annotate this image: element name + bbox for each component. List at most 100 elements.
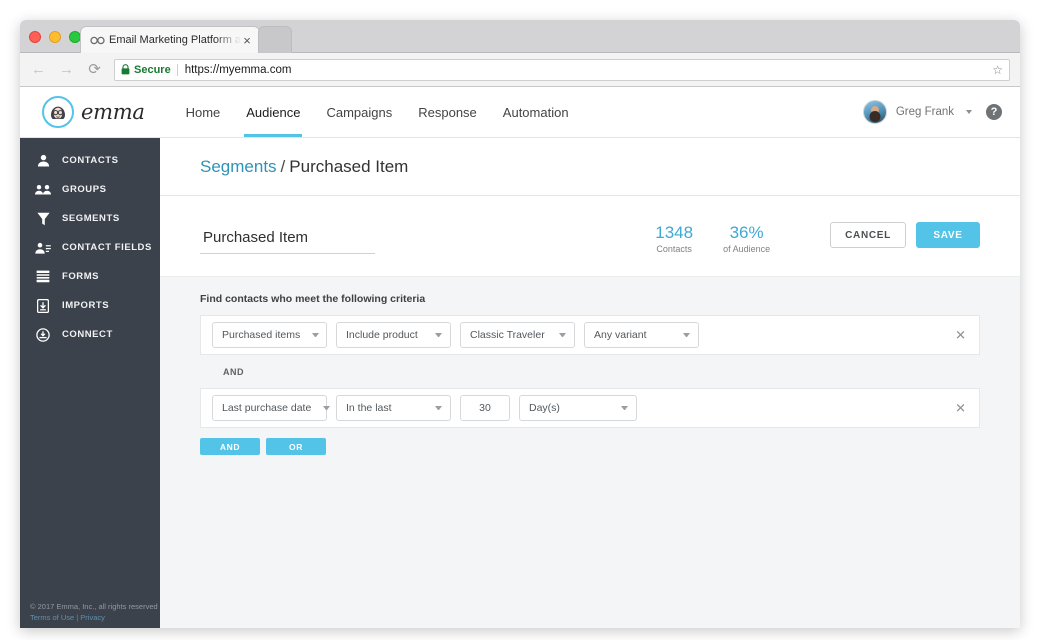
criteria-builder: Find contacts who meet the following cri… (160, 277, 1020, 456)
infinity-favicon (89, 33, 105, 47)
segment-name-input[interactable] (200, 229, 375, 255)
nav-item-home[interactable]: Home (173, 87, 234, 137)
breadcrumb-parent-link[interactable]: Segments (200, 157, 277, 177)
criteria-operator-select[interactable]: In the last (336, 395, 451, 422)
browser-toolbar: ← → ⟳ Secure https://myemma.com ☆ (20, 53, 1020, 87)
omnibox-divider (176, 63, 178, 76)
add-or-button[interactable]: OR (266, 438, 326, 456)
emma-logo[interactable]: emma (42, 96, 145, 128)
add-and-button[interactable]: AND (200, 438, 260, 456)
minimize-window-button[interactable] (49, 31, 61, 43)
bookmark-star-icon[interactable]: ☆ (992, 63, 1003, 77)
stat-audience: 36% of Audience (723, 222, 770, 254)
segment-name-field (200, 229, 375, 255)
sidebar-item-groups-label: GROUPS (62, 184, 107, 195)
close-window-button[interactable] (29, 31, 41, 43)
sidebar-item-contacts[interactable]: CONTACTS (20, 146, 160, 175)
criteria-field-value: Last purchase date (222, 402, 312, 415)
stat-audience-value: 36% (729, 223, 764, 242)
breadcrumb: Segments / Purchased Item (160, 138, 1020, 196)
chevron-down-icon (435, 333, 442, 338)
remove-criteria-icon[interactable]: ✕ (955, 329, 966, 342)
emma-app: emma Home Audience Campaigns Response Au… (20, 87, 1020, 628)
emma-logo-text: emma (81, 100, 145, 124)
criteria-conjunction: AND (200, 355, 980, 389)
segment-stats: 1348 Contacts 36% of Audience CANCEL SAV… (655, 222, 980, 254)
criteria-field-select[interactable]: Purchased items (212, 322, 327, 349)
secure-label: Secure (134, 63, 171, 76)
criteria-product-value: Classic Traveler (470, 329, 545, 342)
footer-links[interactable]: Terms of Use | Privacy (30, 612, 160, 623)
nav-item-response[interactable]: Response (405, 87, 490, 137)
primary-nav: Home Audience Campaigns Response Automat… (173, 87, 582, 137)
forms-stack-icon (34, 269, 52, 285)
window-traffic-lights (29, 31, 81, 43)
back-icon[interactable]: ← (30, 61, 47, 78)
chevron-down-icon (323, 406, 331, 411)
person-icon (34, 153, 52, 169)
funnel-icon (34, 211, 52, 227)
criteria-row: Last purchase date In the last 30 Day(s) (200, 388, 980, 429)
copyright-text: © 2017 Emma, Inc., all rights reserved (30, 601, 158, 611)
sidebar-item-forms-label: FORMS (62, 271, 100, 282)
nav-item-campaigns[interactable]: Campaigns (313, 87, 405, 137)
nav-item-audience[interactable]: Audience (233, 87, 313, 137)
sidebar-footer: © 2017 Emma, Inc., all rights reserved T… (20, 601, 160, 629)
sidebar-item-segments[interactable]: SEGMENTS (20, 204, 160, 233)
browser-tab[interactable]: Email Marketing Platform and S × (80, 26, 260, 53)
nav-item-home-label: Home (185, 104, 221, 120)
address-bar[interactable]: Secure https://myemma.com ☆ (114, 58, 1010, 81)
browser-tab-inactive[interactable] (258, 26, 292, 53)
browser-tab-title: Email Marketing Platform and S (109, 34, 241, 46)
criteria-variant-select[interactable]: Any variant (584, 322, 699, 349)
chevron-down-icon (435, 406, 442, 411)
nav-item-automation-label: Automation (502, 104, 569, 120)
remove-criteria-icon[interactable]: ✕ (955, 402, 966, 415)
criteria-field-select[interactable]: Last purchase date (212, 395, 331, 422)
sidebar-item-imports[interactable]: IMPORTS (20, 291, 160, 320)
chevron-down-icon[interactable] (966, 110, 972, 114)
reload-icon[interactable]: ⟳ (86, 61, 103, 78)
criteria-conjunction-label: AND (223, 366, 244, 377)
user-name[interactable]: Greg Frank (896, 106, 954, 118)
criteria-unit-value: Day(s) (529, 402, 560, 415)
segment-header: 1348 Contacts 36% of Audience CANCEL SAV… (160, 196, 1020, 278)
sidebar-item-imports-label: IMPORTS (62, 300, 110, 311)
forward-icon[interactable]: → (58, 61, 75, 78)
criteria-product-select[interactable]: Classic Traveler (460, 322, 575, 349)
close-icon[interactable]: × (241, 34, 253, 47)
people-icon (34, 182, 52, 198)
save-button[interactable]: SAVE (916, 222, 980, 248)
nav-item-automation[interactable]: Automation (490, 87, 582, 137)
main-content: Segments / Purchased Item 1348 Contacts … (160, 138, 1020, 628)
app-top-nav: emma Home Audience Campaigns Response Au… (20, 87, 1020, 138)
chevron-down-icon (621, 406, 628, 411)
criteria-operator-value: In the last (346, 402, 392, 415)
cancel-button[interactable]: CANCEL (830, 222, 906, 248)
lock-icon (121, 64, 130, 75)
stat-contacts-label: Contacts (656, 244, 692, 255)
sidebar-item-groups[interactable]: GROUPS (20, 175, 160, 204)
add-criteria-buttons: AND OR (200, 438, 980, 456)
breadcrumb-current: Purchased Item (289, 156, 409, 176)
criteria-heading: Find contacts who meet the following cri… (200, 293, 426, 306)
sidebar-item-forms[interactable]: FORMS (20, 262, 160, 291)
avatar (862, 100, 887, 124)
emma-logo-badge-icon (42, 96, 74, 128)
criteria-operator-select[interactable]: Include product (336, 322, 451, 349)
segment-actions: CANCEL SAVE (830, 222, 980, 248)
criteria-unit-select[interactable]: Day(s) (519, 395, 637, 422)
import-download-icon (34, 298, 52, 314)
sidebar-item-contacts-label: CONTACTS (62, 155, 119, 166)
criteria-amount-input[interactable]: 30 (460, 395, 510, 422)
criteria-operator-value: Include product (346, 329, 418, 342)
criteria-field-value: Purchased items (222, 329, 301, 342)
breadcrumb-separator: / (280, 156, 286, 176)
connect-sync-icon (34, 327, 52, 343)
sidebar-item-connect[interactable]: CONNECT (20, 320, 160, 349)
sidebar-item-contact-fields-label: CONTACT FIELDS (62, 242, 152, 253)
browser-window: Email Marketing Platform and S × ← → ⟳ S… (20, 20, 1020, 628)
chevron-down-icon (559, 333, 566, 338)
help-icon[interactable]: ? (986, 104, 1002, 120)
sidebar-item-contact-fields[interactable]: CONTACT FIELDS (20, 233, 160, 262)
